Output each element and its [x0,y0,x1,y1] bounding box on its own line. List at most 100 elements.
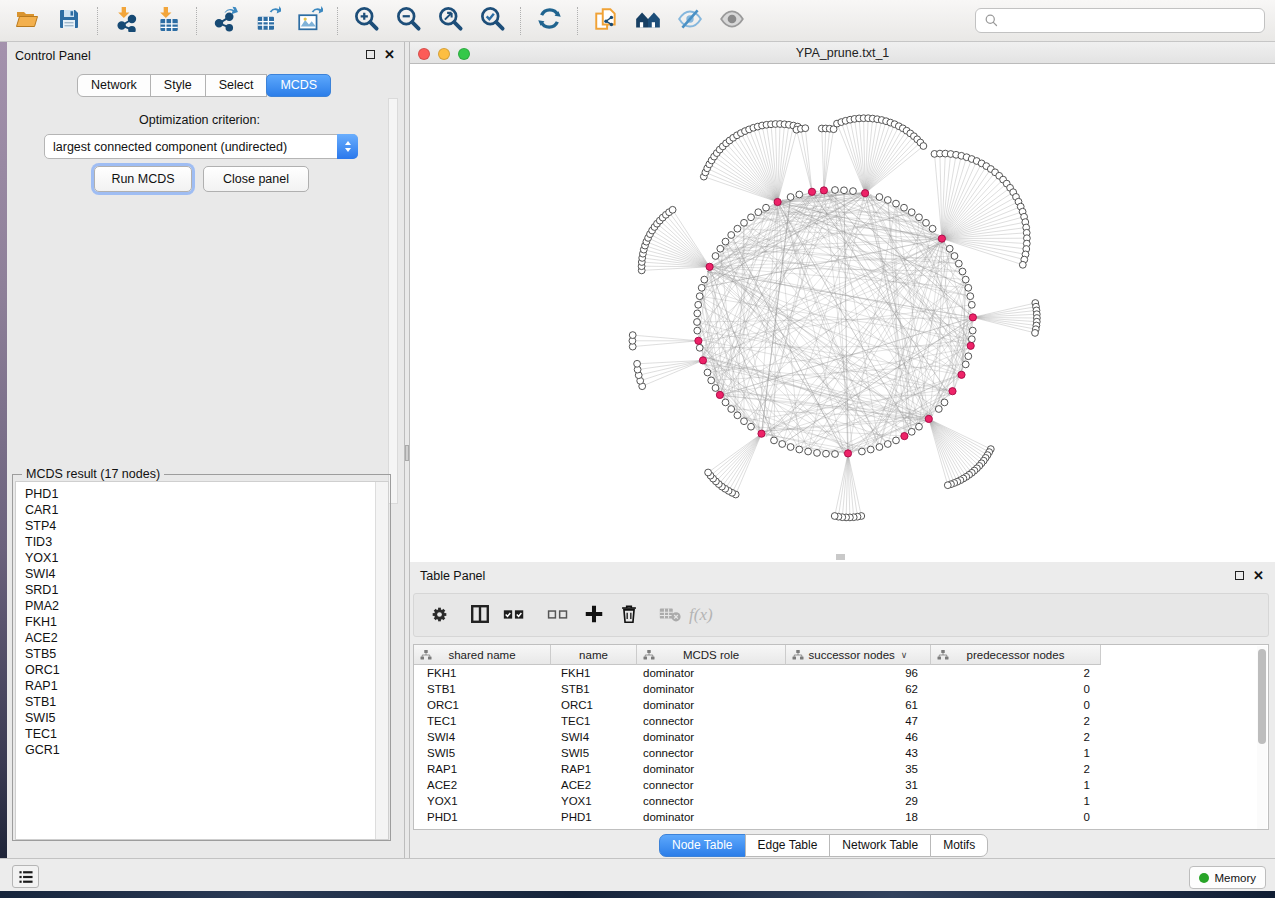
mcds-result-item[interactable]: STB5 [16,646,388,662]
network-node[interactable] [965,284,972,291]
network-node[interactable] [734,225,741,232]
table-cell[interactable]: dominator [637,697,786,713]
memory-button[interactable]: Memory [1189,866,1266,889]
table-tab-motifs[interactable]: Motifs [930,834,988,857]
mcds-result-item[interactable]: ACE2 [16,630,388,646]
first-neighbors-button[interactable] [632,6,664,36]
control-tab-select[interactable]: Select [205,74,268,97]
table-cell[interactable]: PHD1 [551,809,637,825]
column-header-predecessor-nodes[interactable]: predecessor nodes [931,645,1101,665]
table-cell[interactable]: dominator [637,681,786,697]
mcds-result-list[interactable]: PHD1CAR1STP4TID3YOX1SWI4SRD1PMA2FKH1ACE2… [15,481,389,840]
network-node[interactable] [908,428,915,435]
network-node[interactable] [823,450,830,457]
control-tab-style[interactable]: Style [150,74,206,97]
mcds-node[interactable] [699,357,706,364]
mcds-node[interactable] [862,190,869,197]
network-node[interactable] [708,377,715,384]
mcds-node[interactable] [925,415,932,422]
mcds-result-item[interactable]: ORC1 [16,662,388,678]
network-node[interactable] [850,188,857,195]
mcds-result-item[interactable]: SWI4 [16,566,388,582]
table-cell[interactable]: ACE2 [551,777,637,793]
network-node[interactable] [923,219,930,226]
table-cell[interactable]: YOX1 [414,793,551,809]
delete-column-button[interactable] [615,602,643,630]
network-node[interactable] [802,125,809,132]
table-cell[interactable]: connector [637,745,786,761]
table-scrollbar[interactable] [1257,646,1267,829]
network-node[interactable] [669,206,676,213]
table-cell[interactable]: RAP1 [414,761,551,777]
network-node[interactable] [694,310,701,317]
table-cell[interactable]: 46 [786,729,931,745]
table-cell[interactable]: dominator [637,665,786,681]
mcds-result-item[interactable]: CAR1 [16,502,388,518]
control-tab-network[interactable]: Network [77,74,151,97]
close-panel-button[interactable]: Close panel [203,166,309,192]
network-node[interactable] [929,225,936,232]
table-cell[interactable]: TEC1 [551,713,637,729]
network-node[interactable] [969,327,976,334]
splitter-grip[interactable] [405,445,409,461]
zoom-fit-button[interactable] [434,6,466,36]
search-box[interactable] [975,8,1265,33]
network-node[interactable] [965,353,972,360]
table-row[interactable]: YOX1YOX1connector291 [414,793,1268,809]
mcds-result-item[interactable]: PMA2 [16,598,388,614]
mcds-result-item[interactable]: SWI5 [16,710,388,726]
table-cell[interactable]: 0 [931,681,1101,697]
network-node[interactable] [832,187,839,194]
deselect-all-button[interactable] [544,602,572,630]
column-header-successor-nodes[interactable]: successor nodes∨ [786,645,931,665]
network-node[interactable] [968,301,975,308]
control-panel-scrollbar[interactable] [388,98,398,504]
table-cell[interactable]: 35 [786,761,931,777]
network-node[interactable] [962,361,969,368]
mcds-result-item[interactable]: FKH1 [16,614,388,630]
table-cell[interactable]: STB1 [551,681,637,697]
network-node[interactable] [695,301,702,308]
network-node[interactable] [884,441,891,448]
save-session-button[interactable] [53,6,85,36]
float-table-panel-icon[interactable] [1235,571,1244,580]
add-column-button[interactable] [580,602,608,630]
table-cell[interactable]: 1 [931,793,1101,809]
table-cell[interactable]: dominator [637,761,786,777]
table-cell[interactable]: YOX1 [551,793,637,809]
network-node[interactable] [634,360,641,367]
network-node[interactable] [841,187,848,194]
import-table-button[interactable] [152,6,184,36]
select-all-button[interactable] [500,602,528,630]
open-session-button[interactable] [11,6,43,36]
network-window-titlebar[interactable]: YPA_prune.txt_1 [410,42,1275,64]
network-node[interactable] [832,451,839,458]
criterion-dropdown[interactable]: largest connected component (undirected) [44,134,358,159]
table-cell[interactable]: 31 [786,777,931,793]
table-cell[interactable]: 0 [931,809,1101,825]
table-row[interactable]: RAP1RAP1dominator352 [414,761,1268,777]
table-settings-button[interactable] [425,602,453,630]
close-table-panel-icon[interactable]: ✕ [1253,571,1264,580]
mcds-node[interactable] [967,342,974,349]
table-cell[interactable]: connector [637,793,786,809]
table-cell[interactable]: 43 [786,745,931,761]
table-cell[interactable]: 2 [931,713,1101,729]
mcds-node[interactable] [958,371,965,378]
table-cell[interactable]: 61 [786,697,931,713]
mcds-node[interactable] [844,450,851,457]
network-node[interactable] [771,437,778,444]
network-node[interactable] [763,204,770,211]
network-node[interactable] [893,437,900,444]
table-cell[interactable]: SWI4 [551,729,637,745]
table-row[interactable]: SWI5SWI5connector431 [414,745,1268,761]
network-node[interactable] [728,406,735,413]
table-row[interactable]: TEC1TEC1connector472 [414,713,1268,729]
table-row[interactable]: ACE2ACE2connector311 [414,777,1268,793]
network-node[interactable] [629,332,636,339]
network-node[interactable] [1019,261,1026,268]
network-node[interactable] [831,513,838,520]
mcds-node[interactable] [808,188,815,195]
network-node[interactable] [755,209,762,216]
network-node[interactable] [722,238,729,245]
